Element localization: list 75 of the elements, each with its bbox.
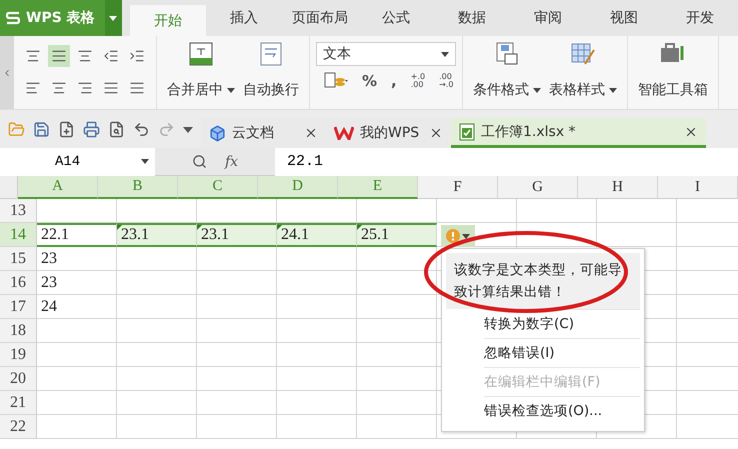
row-header[interactable]: 20	[0, 367, 37, 391]
caret-icon[interactable]	[109, 16, 118, 20]
table-cell: 23	[37, 247, 117, 271]
caret-icon[interactable]	[141, 159, 149, 164]
row-header[interactable]: 18	[0, 319, 37, 343]
warning-icon	[446, 229, 460, 243]
menu-tab[interactable]: 视图	[586, 0, 662, 36]
menu-tab[interactable]: 数据	[434, 0, 510, 36]
comma-style-button[interactable]: ,	[391, 72, 397, 90]
search-icon[interactable]	[192, 154, 207, 169]
menu-tab[interactable]: 页面布局	[282, 0, 358, 36]
save-icon[interactable]	[33, 121, 50, 138]
currency-icon[interactable]	[324, 72, 348, 90]
column-header[interactable]: G	[498, 176, 578, 199]
menu-tab[interactable]: 公式	[358, 0, 434, 36]
row-header[interactable]: 19	[0, 343, 37, 367]
column-header[interactable]: E	[338, 176, 418, 199]
name-box[interactable]: A14	[0, 148, 155, 176]
caret-icon[interactable]	[533, 88, 541, 92]
table-cell: 23.1	[117, 223, 197, 247]
menu-tab[interactable]: 审阅	[510, 0, 586, 36]
print-icon[interactable]	[83, 121, 100, 138]
new-file-icon[interactable]	[58, 121, 75, 138]
table-cell: 23	[37, 271, 117, 295]
formula-input[interactable]: 22.1	[275, 148, 738, 176]
conditional-format-icon	[496, 42, 518, 66]
spreadsheet-file-icon	[459, 122, 475, 140]
menu-tab[interactable]: 开发	[662, 0, 738, 36]
row-header[interactable]: 21	[0, 391, 37, 415]
caret-icon[interactable]	[609, 88, 617, 92]
toolbox-button[interactable]: 智能工具箱	[634, 36, 712, 109]
column-header[interactable]: H	[578, 176, 658, 199]
s-logo-icon	[6, 11, 20, 25]
table-cell: 24.1	[277, 223, 357, 247]
column-header[interactable]: I	[658, 176, 738, 199]
table-cell: 25.1	[357, 223, 437, 247]
wrap-text-icon	[260, 42, 282, 66]
percent-style-button[interactable]: %	[362, 72, 378, 90]
row-header[interactable]: 13	[0, 199, 37, 223]
error-message: 该数字是文本类型，可能导致计算结果出错！	[446, 253, 640, 309]
cube-icon	[209, 124, 226, 142]
row-header[interactable]: 16	[0, 271, 37, 295]
close-icon[interactable]	[429, 126, 443, 140]
row-header[interactable]: 22	[0, 415, 37, 439]
caret-icon[interactable]	[441, 52, 449, 56]
w-logo-icon	[334, 126, 354, 140]
decrease-decimal-button[interactable]: .00 →.0	[439, 73, 454, 89]
table-brush-icon	[571, 42, 595, 66]
function-button[interactable]: fx	[224, 154, 238, 170]
menu-item[interactable]: 忽略错误(I)	[484, 338, 640, 367]
table-cell: 23.1	[197, 223, 277, 247]
number-format-dropdown[interactable]: 文本	[316, 42, 456, 66]
menu-tab[interactable]: 插入	[206, 0, 282, 36]
menu-item[interactable]: 转换为数字(C)	[484, 309, 640, 338]
column-header[interactable]: F	[418, 176, 498, 199]
undo-icon[interactable]	[133, 121, 150, 138]
menu-item[interactable]: 错误检查选项(O)...	[484, 396, 640, 425]
caret-icon[interactable]	[462, 234, 470, 238]
row-header[interactable]: 17	[0, 295, 37, 319]
wrap-text-button[interactable]: 自动换行	[239, 36, 303, 109]
increase-decimal-button[interactable]: +.0 .00	[410, 73, 426, 89]
align-middle-icon[interactable]	[48, 45, 70, 67]
app-menu-button[interactable]: WPS 表格	[0, 0, 105, 36]
document-tab[interactable]: 工作簿1.xlsx *	[451, 118, 706, 148]
caret-icon[interactable]	[227, 88, 235, 92]
conditional-format-button[interactable]: 条件格式	[469, 36, 545, 109]
print-preview-icon[interactable]	[108, 121, 125, 138]
table-cell: 24	[37, 295, 117, 319]
table-style-button[interactable]: 表格样式	[545, 36, 621, 109]
menu-tab[interactable]: 开始	[130, 5, 206, 36]
toolbox-icon	[660, 42, 686, 64]
merge-cells-icon	[189, 42, 213, 66]
close-icon[interactable]	[304, 126, 318, 140]
row-header[interactable]: 15	[0, 247, 37, 271]
merge-center-button[interactable]: 合并居中	[163, 36, 239, 109]
